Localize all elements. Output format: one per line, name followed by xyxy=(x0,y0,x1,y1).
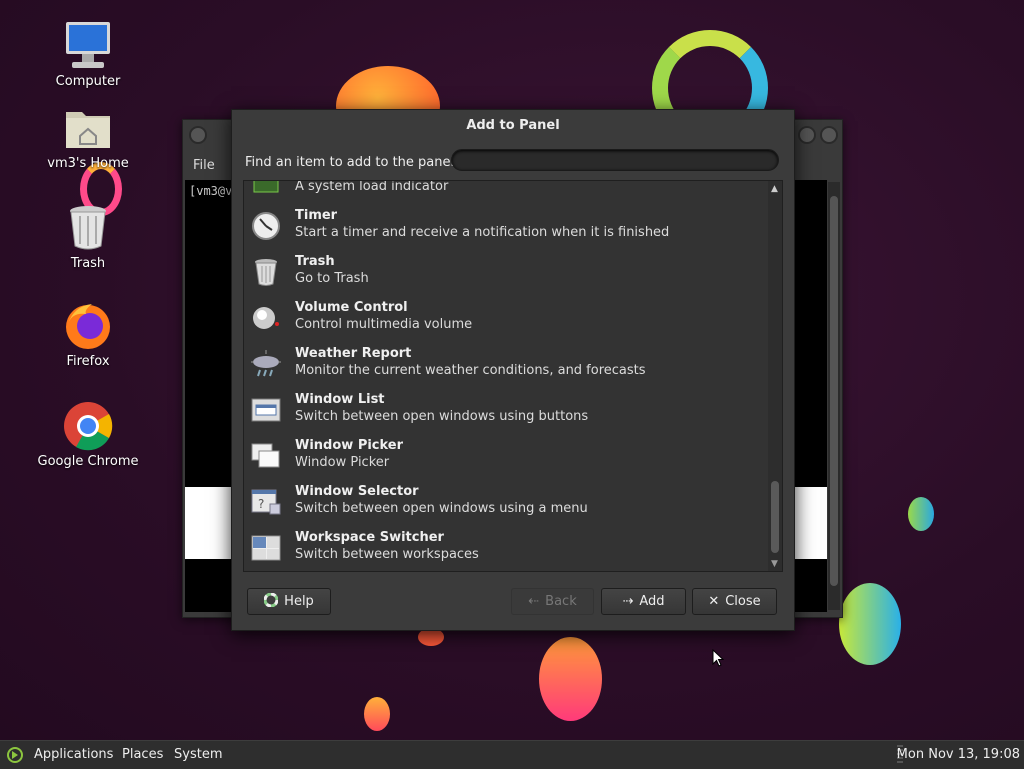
close-icon: ✕ xyxy=(708,594,720,609)
item-name: Weather Report xyxy=(295,346,412,361)
desktop-icon-chrome[interactable]: Google Chrome xyxy=(33,400,143,469)
list-item[interactable]: ? Window Selector Switch between open wi… xyxy=(244,480,766,526)
desktop-icon-label: Trash xyxy=(70,256,106,271)
mouse-cursor-icon xyxy=(712,648,725,671)
item-name: Window Picker xyxy=(295,438,404,453)
window-list-icon xyxy=(250,394,282,426)
desktop-icon-label: Computer xyxy=(55,74,121,89)
item-desc: Go to Trash xyxy=(295,271,369,286)
desktop-icon-firefox[interactable]: Firefox xyxy=(33,300,143,369)
desktop-icon-label: vm3's Home xyxy=(47,156,129,171)
item-name: Window List xyxy=(295,392,385,407)
menu-places[interactable]: Places xyxy=(122,747,163,762)
back-button[interactable]: ⇠ Back xyxy=(511,588,594,615)
arrow-left-icon: ⇠ xyxy=(528,594,540,609)
menu-system[interactable]: System xyxy=(174,747,222,762)
item-name: Window Selector xyxy=(295,484,419,499)
minimize-icon[interactable] xyxy=(798,126,816,144)
applications-logo-icon[interactable] xyxy=(6,746,24,768)
home-folder-icon xyxy=(62,102,114,154)
add-label: Add xyxy=(639,594,665,609)
search-input[interactable] xyxy=(451,149,779,171)
list-item[interactable]: Timer Start a timer and receive a notifi… xyxy=(244,204,766,250)
list-scrollbar[interactable]: ▲ ▼ xyxy=(768,181,782,571)
wallpaper-green-blob xyxy=(839,583,901,665)
menu-file[interactable]: File xyxy=(193,158,215,173)
item-name: Workspace Switcher xyxy=(295,530,444,545)
item-name: Trash xyxy=(295,254,335,269)
item-desc: Start a timer and receive a notification… xyxy=(295,225,670,240)
item-desc: Control multimedia volume xyxy=(295,317,473,332)
clock[interactable]: Mon Nov 13, 19:08 xyxy=(897,747,1020,762)
timer-icon xyxy=(250,210,282,242)
close-icon[interactable] xyxy=(820,126,838,144)
window-button-icon[interactable] xyxy=(189,126,207,144)
list-item[interactable]: A system load indicator xyxy=(244,180,766,204)
list-item[interactable]: Window List Switch between open windows … xyxy=(244,388,766,434)
list-item[interactable]: Trash Go to Trash xyxy=(244,250,766,296)
workspace-switcher-icon xyxy=(250,532,282,564)
chrome-icon xyxy=(62,400,114,452)
item-desc: Monitor the current weather conditions, … xyxy=(295,363,646,378)
terminal-prompt: [vm3@v xyxy=(189,184,233,198)
system-monitor-icon xyxy=(250,181,282,196)
desktop-icon-home[interactable]: vm3's Home xyxy=(33,102,143,171)
computer-icon xyxy=(62,20,114,72)
volume-icon xyxy=(250,302,282,334)
weather-icon xyxy=(250,348,282,380)
close-label: Close xyxy=(725,594,761,609)
bottom-panel: Applications Places System Mon Nov 13, 1… xyxy=(0,740,1024,769)
menu-applications[interactable]: Applications xyxy=(34,747,113,762)
item-name: Volume Control xyxy=(295,300,408,315)
arrow-right-icon: ⇢ xyxy=(622,594,634,609)
list-item[interactable]: Window Picker Window Picker xyxy=(244,434,766,480)
find-label: Find an item to add to the panel: xyxy=(245,155,459,170)
help-button[interactable]: Help xyxy=(247,588,331,615)
item-desc: Switch between workspaces xyxy=(295,547,479,562)
firefox-icon xyxy=(62,300,114,352)
list-item[interactable]: Volume Control Control multimedia volume xyxy=(244,296,766,342)
item-desc: A system load indicator xyxy=(295,180,449,194)
help-label: Help xyxy=(284,594,314,609)
list-item[interactable]: Weather Report Monitor the current weath… xyxy=(244,342,766,388)
trash-icon xyxy=(250,256,282,288)
desktop-icon-computer[interactable]: Computer xyxy=(33,20,143,89)
scroll-up-icon[interactable]: ▲ xyxy=(771,184,778,194)
add-button[interactable]: ⇢ Add xyxy=(601,588,686,615)
scrollbar-thumb[interactable] xyxy=(830,196,838,586)
item-name: Timer xyxy=(295,208,338,223)
window-picker-icon xyxy=(250,440,282,472)
desktop-icon-label: Firefox xyxy=(66,354,110,369)
wallpaper-small-blob xyxy=(364,697,390,731)
add-to-panel-dialog: Add to Panel Find an item to add to the … xyxy=(231,109,795,631)
trash-icon xyxy=(62,202,114,254)
item-desc: Switch between open windows using a menu xyxy=(295,501,588,516)
back-label: Back xyxy=(545,594,577,609)
scroll-down-icon[interactable]: ▼ xyxy=(771,559,778,569)
scrollbar-thumb[interactable] xyxy=(771,481,779,553)
window-selector-icon: ? xyxy=(250,486,282,518)
item-desc: Window Picker xyxy=(295,455,390,470)
svg-text:?: ? xyxy=(258,497,264,511)
dialog-title: Add to Panel xyxy=(466,118,560,133)
list-item[interactable]: Workspace Switcher Switch between worksp… xyxy=(244,526,766,571)
item-desc: Switch between open windows using button… xyxy=(295,409,589,424)
terminal-scrollbar[interactable] xyxy=(828,182,840,610)
desktop-icon-label: Google Chrome xyxy=(37,454,139,469)
desktop-icon-trash[interactable]: Trash xyxy=(33,202,143,271)
close-button[interactable]: ✕ Close xyxy=(692,588,777,615)
applet-list[interactable]: A system load indicator Timer Start a ti… xyxy=(243,180,783,572)
wallpaper-pink-blob xyxy=(539,637,602,721)
help-icon xyxy=(263,592,279,611)
wallpaper-blue-blob xyxy=(908,497,934,531)
